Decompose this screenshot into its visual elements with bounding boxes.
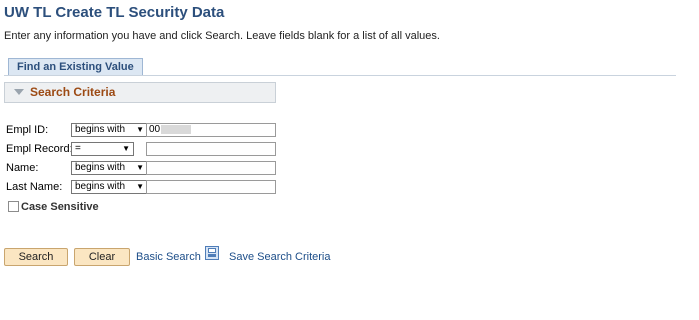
chevron-down-icon: ▼ — [136, 182, 144, 191]
last-name-input[interactable] — [146, 180, 276, 194]
page-title: UW TL Create TL Security Data — [4, 4, 225, 21]
empl-record-label: Empl Record: — [6, 143, 73, 155]
chevron-down-icon: ▼ — [122, 144, 130, 153]
empl-record-input[interactable] — [146, 142, 276, 156]
empl-id-value: 00 — [149, 124, 161, 135]
empl-id-operator-select[interactable]: begins with ▼ — [71, 123, 148, 137]
save-icon[interactable] — [205, 246, 219, 260]
collapse-triangle-icon[interactable] — [14, 89, 24, 95]
name-operator-value: begins with — [75, 162, 126, 173]
search-criteria-section[interactable]: Search Criteria — [4, 82, 276, 103]
case-sensitive-checkbox[interactable] — [8, 201, 19, 212]
last-name-operator-select[interactable]: begins with ▼ — [71, 180, 148, 194]
chevron-down-icon: ▼ — [136, 163, 144, 172]
empl-id-input[interactable]: 00 — [146, 123, 276, 137]
instructions-text: Enter any information you have and click… — [4, 30, 440, 42]
clear-button[interactable]: Clear — [74, 248, 130, 266]
last-name-label: Last Name: — [6, 181, 63, 193]
search-criteria-label: Search Criteria — [30, 85, 116, 99]
empl-id-label: Empl ID: — [6, 124, 49, 136]
tab-find-existing-value[interactable]: Find an Existing Value — [8, 58, 143, 75]
name-label: Name: — [6, 162, 39, 174]
name-input[interactable] — [146, 161, 276, 175]
redacted-blur — [161, 124, 192, 134]
case-sensitive-label: Case Sensitive — [21, 201, 99, 213]
empl-id-operator-value: begins with — [75, 124, 126, 135]
save-search-criteria-link[interactable]: Save Search Criteria — [229, 251, 331, 263]
chevron-down-icon: ▼ — [136, 125, 144, 134]
empl-record-operator-select[interactable]: = ▼ — [71, 142, 134, 156]
tab-divider — [4, 75, 676, 76]
last-name-operator-value: begins with — [75, 181, 126, 192]
search-button[interactable]: Search — [4, 248, 68, 266]
name-operator-select[interactable]: begins with ▼ — [71, 161, 148, 175]
basic-search-link[interactable]: Basic Search — [136, 251, 201, 263]
empl-record-operator-value: = — [75, 143, 81, 154]
